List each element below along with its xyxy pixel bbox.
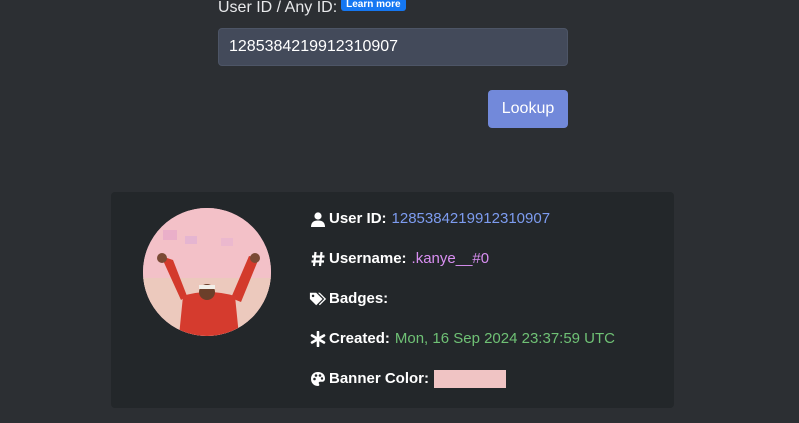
lookup-button[interactable]: Lookup <box>488 90 568 128</box>
user-icon <box>309 210 327 228</box>
asterisk-icon <box>309 330 327 348</box>
banner-color-swatch <box>434 370 507 388</box>
id-label-row: User ID / Any ID: Learn more <box>218 0 406 18</box>
palette-icon <box>309 370 327 388</box>
badges-key: Badges: <box>329 290 389 307</box>
banner-color-key: Banner Color: <box>329 370 430 387</box>
username-key: Username: <box>329 250 407 267</box>
result-card: User ID: 1285384219912310907 Username: .… <box>111 192 674 408</box>
banner-color-row: Banner Color: <box>309 368 615 390</box>
user-id-key: User ID: <box>329 210 387 227</box>
username-row: Username: .kanye__#0 <box>309 248 615 270</box>
id-label: User ID / Any ID: <box>218 0 338 16</box>
user-info-list: User ID: 1285384219912310907 Username: .… <box>309 208 615 408</box>
created-value: Mon, 16 Sep 2024 23:37:59 UTC <box>394 330 616 347</box>
user-id-row: User ID: 1285384219912310907 <box>309 208 615 230</box>
username-value: .kanye__#0 <box>411 250 490 267</box>
badges-row: Badges: <box>309 288 615 310</box>
user-avatar-photo <box>143 208 271 336</box>
lookup-page: User ID / Any ID: Learn more Lookup <box>0 0 799 423</box>
hash-icon <box>309 250 327 268</box>
id-input[interactable] <box>218 28 568 66</box>
tags-icon <box>309 290 327 308</box>
created-key: Created: <box>329 330 390 347</box>
avatar <box>143 208 271 336</box>
learn-more-badge[interactable]: Learn more <box>341 0 406 11</box>
created-row: Created: Mon, 16 Sep 2024 23:37:59 UTC <box>309 328 615 350</box>
user-id-value: 1285384219912310907 <box>391 210 551 227</box>
